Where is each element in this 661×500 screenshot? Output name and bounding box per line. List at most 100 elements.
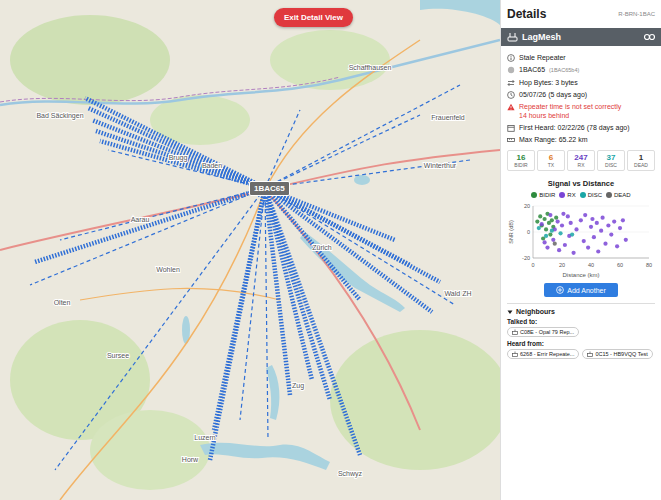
data-point[interactable] xyxy=(603,242,607,246)
data-point[interactable] xyxy=(569,221,573,225)
info-text: Max Range: 65.22 km xyxy=(519,136,587,143)
data-point[interactable] xyxy=(589,225,593,229)
link-line[interactable] xyxy=(240,188,265,420)
info-icon xyxy=(507,54,515,62)
link-line[interactable] xyxy=(92,120,265,188)
node-marker[interactable]: 1BAC65 xyxy=(249,181,290,196)
neighbours-toggle[interactable]: Neighbours xyxy=(507,308,655,315)
data-point[interactable] xyxy=(586,246,590,250)
data-point[interactable] xyxy=(553,242,557,246)
data-point[interactable] xyxy=(556,220,560,224)
data-point[interactable] xyxy=(548,213,552,217)
data-point[interactable] xyxy=(566,214,570,218)
data-point[interactable] xyxy=(563,243,567,247)
exit-detail-button[interactable]: Exit Detail View xyxy=(274,8,353,27)
info-row: Repeater time is not set correctly 14 ho… xyxy=(507,102,655,120)
data-point[interactable] xyxy=(596,249,600,253)
data-point[interactable] xyxy=(612,220,616,224)
data-point[interactable] xyxy=(551,238,555,242)
data-point[interactable] xyxy=(574,227,578,231)
data-point[interactable] xyxy=(550,229,554,233)
link-line[interactable] xyxy=(265,188,360,300)
link-line[interactable] xyxy=(265,85,460,188)
link-line[interactable] xyxy=(35,188,265,262)
legend-item[interactable]: DISC xyxy=(580,192,602,198)
link-line[interactable] xyxy=(265,188,440,282)
map-canvas[interactable]: SchaffhausenWinterthurZürichBadenBruggAa… xyxy=(0,0,500,500)
link-line[interactable] xyxy=(210,188,265,460)
data-point[interactable] xyxy=(624,238,628,242)
data-point[interactable] xyxy=(543,240,547,244)
add-another-button[interactable]: Add Another xyxy=(544,283,618,297)
data-point[interactable] xyxy=(544,227,548,231)
link-line[interactable] xyxy=(85,98,265,188)
link-line[interactable] xyxy=(88,108,265,188)
data-point[interactable] xyxy=(561,212,565,216)
neighbour-chip[interactable]: C08E - Opal 79 Rep... xyxy=(507,327,579,337)
warning-icon xyxy=(507,103,515,111)
data-point[interactable] xyxy=(615,244,619,248)
link-line[interactable] xyxy=(30,188,265,285)
link-line[interactable] xyxy=(108,150,265,188)
link-line[interactable] xyxy=(265,188,455,305)
data-point[interactable] xyxy=(544,234,548,238)
link-line[interactable] xyxy=(265,188,410,265)
stat-box: 37 DISC xyxy=(597,150,625,171)
data-point[interactable] xyxy=(601,216,605,220)
place-label: Winterthur xyxy=(424,162,457,169)
clock-icon xyxy=(507,91,515,99)
info-text: 05/07/26 (5 days ago) xyxy=(519,91,587,98)
data-point[interactable] xyxy=(618,226,622,230)
link-line[interactable] xyxy=(96,131,265,188)
data-point[interactable] xyxy=(592,235,596,239)
stat-value: 6 xyxy=(549,153,553,162)
data-point[interactable] xyxy=(572,251,576,255)
data-point[interactable] xyxy=(570,233,574,237)
neighbour-chip[interactable]: 0C15 - HB9VQQ Test xyxy=(582,349,652,359)
data-point[interactable] xyxy=(535,220,539,224)
data-point[interactable] xyxy=(595,221,599,225)
data-point[interactable] xyxy=(590,217,594,221)
data-point[interactable] xyxy=(583,213,587,217)
link-line[interactable] xyxy=(214,188,265,430)
data-point[interactable] xyxy=(579,218,583,222)
data-point[interactable] xyxy=(621,218,625,222)
link-icon[interactable] xyxy=(644,33,655,41)
data-point[interactable] xyxy=(560,223,564,227)
link-line[interactable] xyxy=(265,188,268,440)
legend-item[interactable]: DEAD xyxy=(606,192,631,198)
data-point[interactable] xyxy=(558,231,562,235)
place-label: Baden xyxy=(202,162,222,169)
data-point[interactable] xyxy=(606,223,610,227)
link-line[interactable] xyxy=(265,188,360,455)
data-point[interactable] xyxy=(545,246,549,250)
info-row: First Heard: 02/22/26 (78 days ago) xyxy=(507,123,655,132)
legend-item[interactable]: RX xyxy=(559,192,575,198)
data-point[interactable] xyxy=(609,233,613,237)
data-point[interactable] xyxy=(582,239,586,243)
info-subtext: (1BAC65b4) xyxy=(549,67,579,73)
place-label: Luzern xyxy=(194,434,216,441)
link-line[interactable] xyxy=(55,188,265,470)
plus-circle-icon xyxy=(556,286,564,294)
link-line[interactable] xyxy=(265,160,470,188)
link-line[interactable] xyxy=(60,188,265,240)
link-line[interactable] xyxy=(100,141,265,188)
name-bar: LagMesh xyxy=(501,28,661,46)
data-point[interactable] xyxy=(599,229,603,233)
data-point[interactable] xyxy=(540,222,544,226)
map[interactable]: SchaffhausenWinterthurZürichBadenBruggAa… xyxy=(0,0,500,500)
node-name: LagMesh xyxy=(522,32,561,42)
data-point[interactable] xyxy=(538,214,542,218)
data-point[interactable] xyxy=(543,217,547,221)
data-point[interactable] xyxy=(557,248,561,252)
data-point[interactable] xyxy=(548,233,552,237)
arrows-icon xyxy=(507,79,515,87)
data-point[interactable] xyxy=(554,216,558,220)
data-point[interactable] xyxy=(537,226,541,230)
link-line[interactable] xyxy=(265,188,432,312)
neighbour-chip[interactable]: 6268 - Errir Repeate... xyxy=(507,349,579,359)
legend-item[interactable]: BIDIR xyxy=(531,192,555,198)
link-line[interactable] xyxy=(265,110,300,188)
data-point[interactable] xyxy=(550,218,554,222)
